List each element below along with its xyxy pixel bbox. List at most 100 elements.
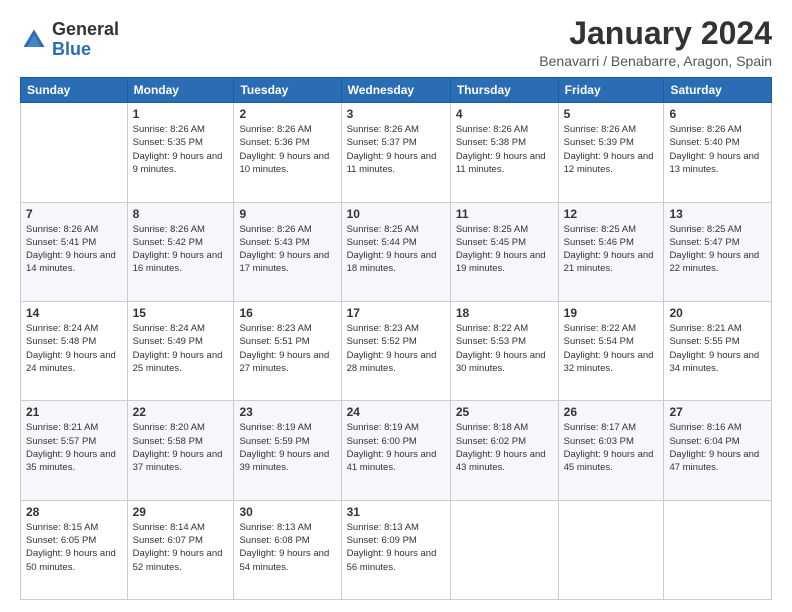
calendar-cell: 3Sunrise: 8:26 AMSunset: 5:37 PMDaylight… [341, 103, 450, 202]
day-number: 9 [239, 207, 335, 221]
calendar-cell: 22 Sunrise: 8:20 AMSunset: 5:58 PMDayligh… [127, 401, 234, 500]
day-detail: Sunrise: 8:26 AMSunset: 5:40 PMDaylight:… [669, 123, 766, 176]
day-detail: Sunrise: 8:19 AMSunset: 5:59 PMDaylight:… [239, 421, 335, 474]
day-detail: Sunrise: 8:22 AMSunset: 5:54 PMDaylight:… [564, 322, 659, 375]
day-detail: Sunrise: 8:21 AMSunset: 5:55 PMDaylight:… [669, 322, 766, 375]
calendar-cell: 28 Sunrise: 8:15 AMSunset: 6:05 PMDayligh… [21, 500, 128, 599]
day-number: 13 [669, 207, 766, 221]
header: General Blue January 2024 Benavarri / Be… [20, 16, 772, 69]
day-number: 24 [347, 405, 445, 419]
day-number: 6 [669, 107, 766, 121]
day-number: 1 [133, 107, 229, 121]
calendar-cell: 31Sunrise: 8:13 AMSunset: 6:09 PMDayligh… [341, 500, 450, 599]
calendar-cell [558, 500, 664, 599]
day-detail: Sunrise: 8:25 AMSunset: 5:46 PMDaylight:… [564, 223, 659, 276]
calendar-cell: 8Sunrise: 8:26 AMSunset: 5:42 PMDaylight… [127, 202, 234, 301]
calendar-week-5: 28 Sunrise: 8:15 AMSunset: 6:05 PMDayligh… [21, 500, 772, 599]
logo: General Blue [20, 20, 119, 60]
calendar-cell: 30 Sunrise: 8:13 AMSunset: 6:08 PMDayligh… [234, 500, 341, 599]
logo-icon [20, 26, 48, 54]
day-number: 19 [564, 306, 659, 320]
calendar-week-3: 14Sunrise: 8:24 AMSunset: 5:48 PMDayligh… [21, 301, 772, 400]
day-number: 12 [564, 207, 659, 221]
day-detail: Sunrise: 8:22 AMSunset: 5:53 PMDaylight:… [456, 322, 553, 375]
calendar-table: Sunday Monday Tuesday Wednesday Thursday… [20, 77, 772, 600]
day-number: 16 [239, 306, 335, 320]
calendar-cell: 20Sunrise: 8:21 AMSunset: 5:55 PMDayligh… [664, 301, 772, 400]
day-detail: Sunrise: 8:16 AMSunset: 6:04 PMDaylight:… [669, 421, 766, 474]
calendar-cell: 16 Sunrise: 8:23 AMSunset: 5:51 PMDayligh… [234, 301, 341, 400]
calendar-cell: 11 Sunrise: 8:25 AMSunset: 5:45 PMDayligh… [450, 202, 558, 301]
col-sunday: Sunday [21, 78, 128, 103]
calendar-week-4: 21 Sunrise: 8:21 AMSunset: 5:57 PMDayligh… [21, 401, 772, 500]
calendar-cell: 5 Sunrise: 8:26 AMSunset: 5:39 PMDaylight… [558, 103, 664, 202]
day-number: 18 [456, 306, 553, 320]
day-detail: Sunrise: 8:20 AMSunset: 5:58 PMDaylight:… [133, 421, 229, 474]
calendar-cell: 19 Sunrise: 8:22 AMSunset: 5:54 PMDayligh… [558, 301, 664, 400]
col-thursday: Thursday [450, 78, 558, 103]
day-detail: Sunrise: 8:25 AMSunset: 5:47 PMDaylight:… [669, 223, 766, 276]
day-number: 2 [239, 107, 335, 121]
day-detail: Sunrise: 8:23 AMSunset: 5:52 PMDaylight:… [347, 322, 445, 375]
calendar-cell: 21 Sunrise: 8:21 AMSunset: 5:57 PMDayligh… [21, 401, 128, 500]
calendar-cell: 14Sunrise: 8:24 AMSunset: 5:48 PMDayligh… [21, 301, 128, 400]
calendar-cell: 4Sunrise: 8:26 AMSunset: 5:38 PMDaylight… [450, 103, 558, 202]
calendar-page: General Blue January 2024 Benavarri / Be… [0, 0, 792, 612]
day-detail: Sunrise: 8:21 AMSunset: 5:57 PMDaylight:… [26, 421, 122, 474]
day-number: 26 [564, 405, 659, 419]
day-detail: Sunrise: 8:26 AMSunset: 5:38 PMDaylight:… [456, 123, 553, 176]
day-detail: Sunrise: 8:26 AMSunset: 5:39 PMDaylight:… [564, 123, 659, 176]
day-number: 22 [133, 405, 229, 419]
title-block: January 2024 Benavarri / Benabarre, Arag… [539, 16, 772, 69]
day-number: 29 [133, 505, 229, 519]
logo-text: General Blue [52, 20, 119, 60]
calendar-cell: 27 Sunrise: 8:16 AMSunset: 6:04 PMDayligh… [664, 401, 772, 500]
day-number: 21 [26, 405, 122, 419]
day-detail: Sunrise: 8:26 AMSunset: 5:42 PMDaylight:… [133, 223, 229, 276]
calendar-cell: 25Sunrise: 8:18 AMSunset: 6:02 PMDayligh… [450, 401, 558, 500]
day-detail: Sunrise: 8:24 AMSunset: 5:49 PMDaylight:… [133, 322, 229, 375]
location-subtitle: Benavarri / Benabarre, Aragon, Spain [539, 53, 772, 69]
calendar-cell: 2Sunrise: 8:26 AMSunset: 5:36 PMDaylight… [234, 103, 341, 202]
day-number: 5 [564, 107, 659, 121]
calendar-cell: 10Sunrise: 8:25 AMSunset: 5:44 PMDayligh… [341, 202, 450, 301]
day-number: 15 [133, 306, 229, 320]
day-number: 28 [26, 505, 122, 519]
calendar-cell: 18 Sunrise: 8:22 AMSunset: 5:53 PMDayligh… [450, 301, 558, 400]
calendar-cell: 15 Sunrise: 8:24 AMSunset: 5:49 PMDayligh… [127, 301, 234, 400]
day-detail: Sunrise: 8:19 AMSunset: 6:00 PMDaylight:… [347, 421, 445, 474]
day-detail: Sunrise: 8:17 AMSunset: 6:03 PMDaylight:… [564, 421, 659, 474]
day-number: 11 [456, 207, 553, 221]
calendar-cell: 1 Sunrise: 8:26 AMSunset: 5:35 PMDaylight… [127, 103, 234, 202]
day-number: 27 [669, 405, 766, 419]
calendar-cell: 23 Sunrise: 8:19 AMSunset: 5:59 PMDayligh… [234, 401, 341, 500]
day-number: 30 [239, 505, 335, 519]
day-detail: Sunrise: 8:26 AMSunset: 5:43 PMDaylight:… [239, 223, 335, 276]
day-detail: Sunrise: 8:18 AMSunset: 6:02 PMDaylight:… [456, 421, 553, 474]
day-detail: Sunrise: 8:13 AMSunset: 6:09 PMDaylight:… [347, 521, 445, 574]
calendar-cell: 7Sunrise: 8:26 AMSunset: 5:41 PMDaylight… [21, 202, 128, 301]
col-monday: Monday [127, 78, 234, 103]
logo-blue: Blue [52, 40, 119, 60]
day-number: 17 [347, 306, 445, 320]
calendar-cell: 12 Sunrise: 8:25 AMSunset: 5:46 PMDayligh… [558, 202, 664, 301]
day-detail: Sunrise: 8:25 AMSunset: 5:45 PMDaylight:… [456, 223, 553, 276]
day-detail: Sunrise: 8:13 AMSunset: 6:08 PMDaylight:… [239, 521, 335, 574]
col-saturday: Saturday [664, 78, 772, 103]
calendar-cell: 29Sunrise: 8:14 AMSunset: 6:07 PMDayligh… [127, 500, 234, 599]
month-title: January 2024 [539, 16, 772, 51]
calendar-cell: 9 Sunrise: 8:26 AMSunset: 5:43 PMDaylight… [234, 202, 341, 301]
calendar-cell: 26 Sunrise: 8:17 AMSunset: 6:03 PMDayligh… [558, 401, 664, 500]
calendar-week-2: 7Sunrise: 8:26 AMSunset: 5:41 PMDaylight… [21, 202, 772, 301]
day-detail: Sunrise: 8:15 AMSunset: 6:05 PMDaylight:… [26, 521, 122, 574]
col-tuesday: Tuesday [234, 78, 341, 103]
calendar-cell: 13 Sunrise: 8:25 AMSunset: 5:47 PMDayligh… [664, 202, 772, 301]
calendar-cell: 17 Sunrise: 8:23 AMSunset: 5:52 PMDayligh… [341, 301, 450, 400]
day-number: 7 [26, 207, 122, 221]
day-detail: Sunrise: 8:23 AMSunset: 5:51 PMDaylight:… [239, 322, 335, 375]
day-number: 23 [239, 405, 335, 419]
day-detail: Sunrise: 8:26 AMSunset: 5:35 PMDaylight:… [133, 123, 229, 176]
calendar-cell: 6 Sunrise: 8:26 AMSunset: 5:40 PMDaylight… [664, 103, 772, 202]
day-detail: Sunrise: 8:24 AMSunset: 5:48 PMDaylight:… [26, 322, 122, 375]
col-wednesday: Wednesday [341, 78, 450, 103]
